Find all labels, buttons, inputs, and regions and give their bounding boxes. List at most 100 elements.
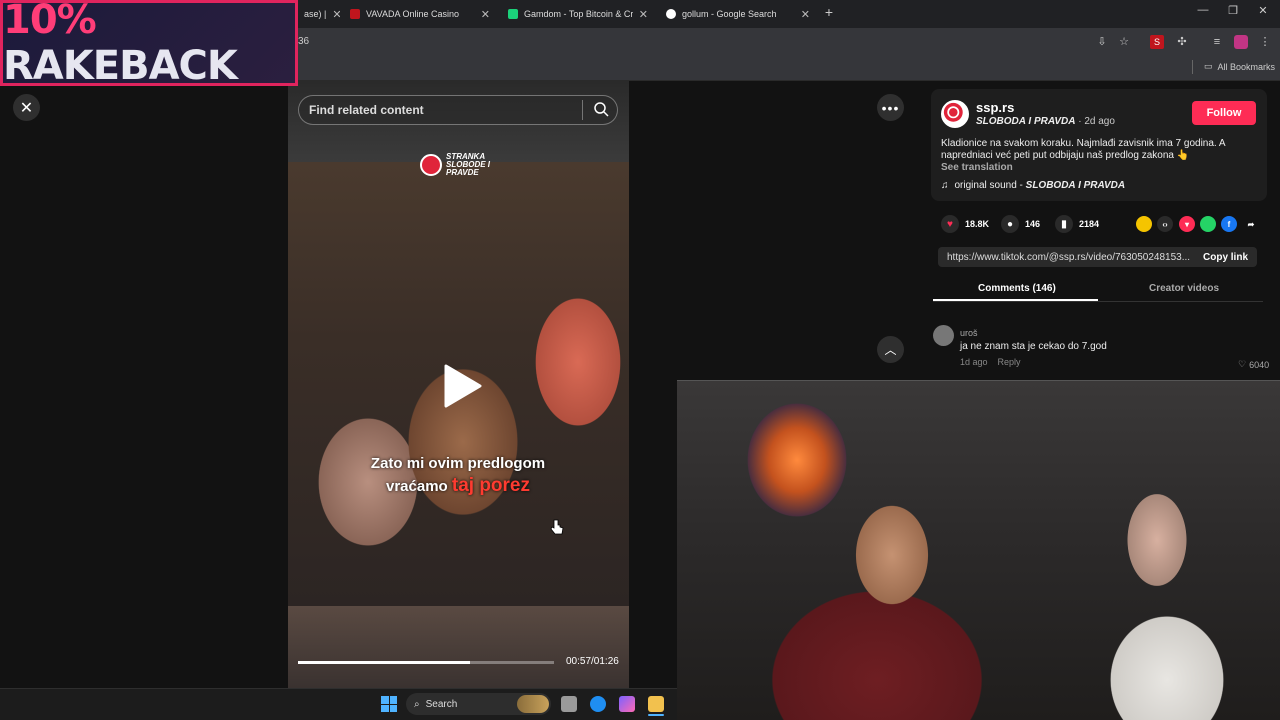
active-app-indicator [648,714,664,716]
tab-label: Gamdom - Top Bitcoin & Crypto [524,9,633,19]
more-options-button[interactable]: ••• [877,94,904,121]
install-icon[interactable]: ⇩ [1095,35,1109,49]
comment-avatar[interactable] [933,325,954,346]
tab-partial[interactable]: ase) | ✕ [298,4,340,24]
sound-label: original sound - [954,180,1023,191]
task-view-icon[interactable] [561,696,577,712]
close-video-button[interactable]: ✕ [13,94,40,121]
extension-s-icon[interactable]: S [1150,35,1164,49]
comment-button[interactable]: ● 146 [1001,215,1040,233]
window-close-icon[interactable]: ✕ [1248,4,1278,17]
music-note-icon: ♫ [941,180,949,191]
bookmarks-divider [1192,60,1193,74]
heart-icon: ♥ [941,215,959,233]
tab-close-icon[interactable]: ✕ [326,8,340,21]
comment-text: ja ne znam sta je cekao do 7.god [960,341,1107,352]
comment-count: 146 [1025,219,1041,229]
all-bookmarks-button[interactable]: ▭ All Bookmarks [1204,61,1275,72]
tab-vavada[interactable]: VAVADA Online Casino ✕ [344,4,496,24]
chevron-up-icon: ︿ [884,343,897,357]
send-icon[interactable]: ▾ [1179,216,1195,232]
time-display: 00:57/01:26 [566,656,619,667]
reply-button[interactable]: Reply [998,357,1021,367]
search-icon: ⌕ [414,698,420,710]
windows-start-icon[interactable] [381,696,397,712]
browser-menu-icon[interactable]: ⋮ [1258,35,1272,49]
close-icon: ✕ [19,99,34,117]
logo-line: PRAVDE [446,168,479,177]
vavada-favicon-icon [350,9,360,19]
restore-icon[interactable]: ❐ [1218,4,1248,17]
party-logo-icon [420,154,442,176]
comment-meta: 1d ago Reply [960,357,1021,367]
file-explorer-icon[interactable] [648,696,664,712]
subtitle-line: Zato mi ovim predlogom [370,455,546,472]
author-name[interactable]: ssp.rs [976,100,1014,115]
subtitle-highlight: taj porez [451,475,530,496]
share-coin-icon[interactable] [1136,216,1152,232]
play-icon[interactable] [442,364,482,408]
rakeback-banner: 10% RAKEBACK [0,0,298,89]
subtitle-text: vraćamo [385,478,448,495]
edge-icon[interactable] [590,696,606,712]
like-button[interactable]: ♥ 18.8K [941,215,989,233]
party-logo: STRANKA SLOBODE I PRAVDE [420,153,490,177]
see-translation-link[interactable]: See translation [941,162,1013,173]
extensions-puzzle-icon[interactable]: ✣ [1175,35,1189,49]
tabs-divider [933,301,1263,302]
follow-button[interactable]: Follow [1192,101,1256,125]
tab-gamdom[interactable]: Gamdom - Top Bitcoin & Crypto ✕ [502,4,654,24]
copy-link-button[interactable]: Copy link [1203,252,1248,263]
comment-bubble-icon: ● [1001,215,1019,233]
rakeback-text: 10% RAKEBACK [3,0,295,89]
sound-author: SLOBODA I PRAVDA [1025,180,1126,191]
share-arrow-icon[interactable]: ➦ [1243,216,1259,232]
new-tab-button[interactable]: + [814,4,844,20]
sound-link[interactable]: ♫ original sound - SLOBODA I PRAVDA [941,180,1125,191]
embed-icon[interactable]: ‹› [1157,216,1173,232]
author-avatar[interactable] [941,100,969,128]
folder-icon: ▭ [1204,61,1213,71]
copilot-icon[interactable] [619,696,635,712]
tab-google[interactable]: gollum - Google Search ✕ [660,4,816,24]
tab-comments[interactable]: Comments (146) [978,283,1056,294]
profile-avatar-icon[interactable] [1234,35,1248,49]
comment-username[interactable]: uroš [960,328,978,338]
taskbar-search-label: Search [425,698,458,710]
search-icon[interactable] [593,101,609,117]
whatsapp-icon[interactable] [1200,216,1216,232]
minimize-icon[interactable]: — [1188,4,1218,16]
heart-outline-icon: ♡ [1238,359,1247,369]
video-player[interactable]: Find related content STRANKA SLOBODE I P… [288,81,629,688]
facebook-icon[interactable]: f [1221,216,1237,232]
comment-like-button[interactable]: ♡ 6040 [1238,359,1269,370]
party-logo-text: STRANKA SLOBODE I PRAVDE [446,153,490,177]
tab-label: ase) | [304,9,327,19]
tab-label: VAVADA Online Casino [366,9,460,19]
save-count: 2184 [1079,219,1100,229]
gamdom-favicon-icon [508,9,518,19]
ssp-logo-icon [943,102,963,122]
comment-age: 1d ago [960,357,988,367]
previous-video-button[interactable]: ︿ [877,336,904,363]
tab-close-icon[interactable]: ✕ [475,8,490,21]
author-nickname: SLOBODA I PRAVDA [976,116,1076,127]
more-dots-icon: ••• [881,99,900,116]
video-link[interactable]: https://www.tiktok.com/@ssp.rs/video/763… [947,252,1192,263]
tab-close-icon[interactable]: ✕ [633,8,648,21]
all-bookmarks-label: All Bookmarks [1217,61,1276,72]
tab-creator-videos[interactable]: Creator videos [1149,283,1219,294]
find-related-input[interactable]: Find related content [298,95,618,125]
post-age: · 2d ago [1078,116,1115,127]
search-divider [582,100,583,120]
tab-label: gollum - Google Search [682,9,777,19]
video-bottom-area [288,606,629,688]
save-button[interactable]: ▮ 2184 [1055,215,1099,233]
comment-like-count: 6040 [1249,359,1270,370]
media-controls-icon[interactable]: ≡ [1210,35,1224,49]
tab-close-icon[interactable]: ✕ [795,8,810,21]
video-subtitle: Zato mi ovim predlogom vraćamo taj porez [328,453,588,498]
url-text[interactable]: 36 [298,36,309,47]
hand-cursor-icon [550,519,564,535]
bookmark-star-icon[interactable]: ☆ [1117,35,1131,49]
